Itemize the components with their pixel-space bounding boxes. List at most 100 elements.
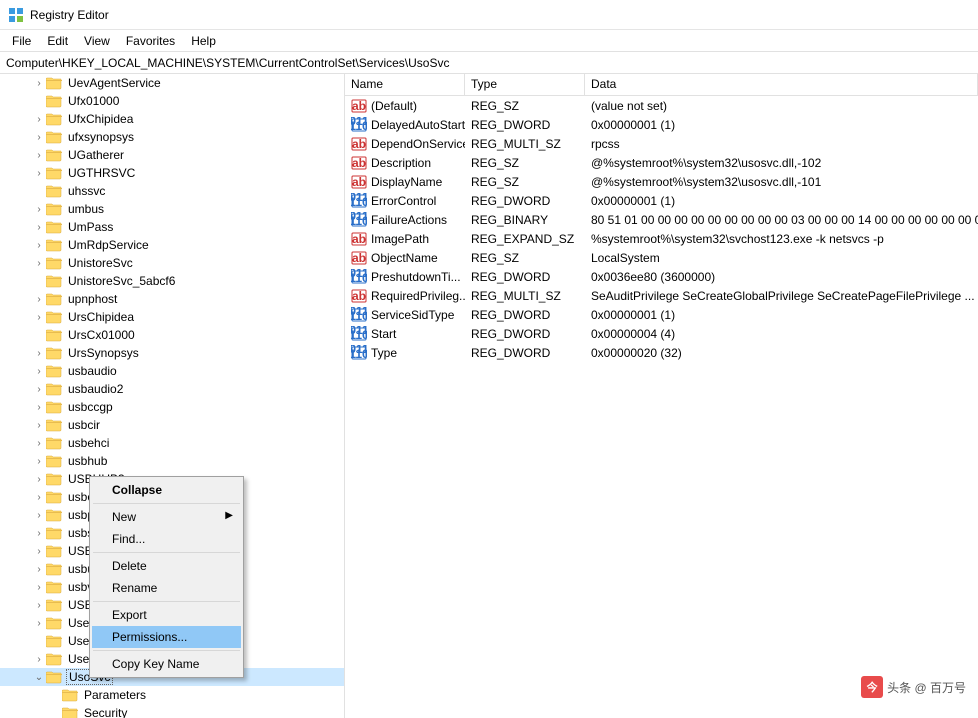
- tree-item[interactable]: ›usbehci: [0, 434, 344, 452]
- tree-item[interactable]: ›usbaudio2: [0, 380, 344, 398]
- list-row[interactable]: abDisplayNameREG_SZ@%systemroot%\system3…: [345, 172, 978, 191]
- tree-item-label: Ufx01000: [66, 94, 121, 108]
- chevron-right-icon[interactable]: ›: [32, 348, 46, 359]
- menu-view[interactable]: View: [76, 32, 118, 50]
- chevron-down-icon[interactable]: ⌄: [32, 672, 46, 683]
- chevron-right-icon[interactable]: ›: [32, 654, 46, 665]
- chevron-right-icon[interactable]: ›: [32, 384, 46, 395]
- context-menu-item[interactable]: Copy Key Name: [92, 653, 241, 675]
- list-row[interactable]: abRequiredPrivileg...REG_MULTI_SZSeAudit…: [345, 286, 978, 305]
- binary-value-icon: 011110: [351, 117, 367, 133]
- chevron-right-icon[interactable]: ›: [32, 294, 46, 305]
- chevron-right-icon[interactable]: ›: [32, 366, 46, 377]
- value-name-cell: abDependOnService: [345, 136, 465, 152]
- context-menu-item[interactable]: Collapse: [92, 479, 241, 501]
- list-row[interactable]: 011110ServiceSidTypeREG_DWORD0x00000001 …: [345, 305, 978, 324]
- list-row[interactable]: 011110FailureActionsREG_BINARY80 51 01 0…: [345, 210, 978, 229]
- tree-item[interactable]: UnistoreSvc_5abcf6: [0, 272, 344, 290]
- tree-item[interactable]: UrsCx01000: [0, 326, 344, 344]
- tree-item[interactable]: uhssvc: [0, 182, 344, 200]
- chevron-right-icon[interactable]: ›: [32, 618, 46, 629]
- chevron-right-icon[interactable]: ›: [32, 492, 46, 503]
- menu-edit[interactable]: Edit: [39, 32, 76, 50]
- value-name-cell: 011110PreshutdownTi...: [345, 269, 465, 285]
- tree-item[interactable]: ›UmRdpService: [0, 236, 344, 254]
- list-row[interactable]: 011110TypeREG_DWORD0x00000020 (32): [345, 343, 978, 362]
- list-row[interactable]: abImagePathREG_EXPAND_SZ%systemroot%\sys…: [345, 229, 978, 248]
- tree-item[interactable]: ›UfxChipidea: [0, 110, 344, 128]
- chevron-right-icon[interactable]: ›: [32, 150, 46, 161]
- chevron-right-icon[interactable]: ›: [32, 312, 46, 323]
- value-type-cell: REG_SZ: [465, 156, 585, 170]
- chevron-right-icon[interactable]: ›: [32, 168, 46, 179]
- column-data[interactable]: Data: [585, 74, 978, 95]
- context-menu-item[interactable]: Rename: [92, 577, 241, 599]
- menu-favorites[interactable]: Favorites: [118, 32, 183, 50]
- tree-item-label: UrsChipidea: [66, 310, 136, 324]
- chevron-right-icon[interactable]: ›: [32, 132, 46, 143]
- tree-item[interactable]: ›ufxsynopsys: [0, 128, 344, 146]
- binary-value-icon: 011110: [351, 326, 367, 342]
- tree-item[interactable]: ›usbaudio: [0, 362, 344, 380]
- tree-item-label: uhssvc: [66, 184, 107, 198]
- chevron-right-icon[interactable]: ›: [32, 222, 46, 233]
- chevron-right-icon[interactable]: ›: [32, 600, 46, 611]
- list-row[interactable]: abObjectNameREG_SZLocalSystem: [345, 248, 978, 267]
- chevron-right-icon[interactable]: ›: [32, 402, 46, 413]
- tree-item[interactable]: ›usbhub: [0, 452, 344, 470]
- chevron-right-icon[interactable]: ›: [32, 240, 46, 251]
- context-menu-item[interactable]: Delete: [92, 555, 241, 577]
- chevron-right-icon[interactable]: ›: [32, 582, 46, 593]
- chevron-right-icon[interactable]: ›: [32, 564, 46, 575]
- tree-item[interactable]: › UrsChipidea: [0, 308, 344, 326]
- value-type-cell: REG_DWORD: [465, 118, 585, 132]
- context-menu-item[interactable]: Find...: [92, 528, 241, 550]
- menu-file[interactable]: File: [4, 32, 39, 50]
- tree-item[interactable]: ›UmPass: [0, 218, 344, 236]
- chevron-right-icon[interactable]: ›: [32, 474, 46, 485]
- chevron-right-icon[interactable]: ›: [32, 546, 46, 557]
- menu-help[interactable]: Help: [183, 32, 224, 50]
- tree-item[interactable]: ›UGatherer: [0, 146, 344, 164]
- tree-item-label: UnistoreSvc_5abcf6: [66, 274, 177, 288]
- tree-item[interactable]: Security: [0, 704, 344, 718]
- value-type-cell: REG_SZ: [465, 251, 585, 265]
- list-row[interactable]: 011110StartREG_DWORD0x00000004 (4): [345, 324, 978, 343]
- column-name[interactable]: Name: [345, 74, 465, 95]
- tree-item[interactable]: Ufx01000: [0, 92, 344, 110]
- tree-item[interactable]: Parameters: [0, 686, 344, 704]
- list-pane[interactable]: Name Type Data ab(Default)REG_SZ(value n…: [345, 74, 978, 718]
- tree-item[interactable]: ›upnphost: [0, 290, 344, 308]
- context-menu-item[interactable]: Export: [92, 604, 241, 626]
- value-type-cell: REG_DWORD: [465, 327, 585, 341]
- tree-item-label: umbus: [66, 202, 106, 216]
- tree-item[interactable]: ›UnistoreSvc: [0, 254, 344, 272]
- tree-item[interactable]: ›UevAgentService: [0, 74, 344, 92]
- chevron-right-icon[interactable]: ›: [32, 438, 46, 449]
- chevron-right-icon[interactable]: ›: [32, 78, 46, 89]
- address-bar[interactable]: Computer\HKEY_LOCAL_MACHINE\SYSTEM\Curre…: [0, 52, 978, 74]
- context-menu-item[interactable]: Permissions...: [92, 626, 241, 648]
- chevron-right-icon[interactable]: ›: [32, 528, 46, 539]
- list-row[interactable]: abDescriptionREG_SZ@%systemroot%\system3…: [345, 153, 978, 172]
- list-row[interactable]: 011110PreshutdownTi...REG_DWORD0x0036ee8…: [345, 267, 978, 286]
- chevron-right-icon[interactable]: ›: [32, 258, 46, 269]
- chevron-right-icon[interactable]: ›: [32, 510, 46, 521]
- context-menu-item[interactable]: New▶: [92, 506, 241, 528]
- chevron-right-icon[interactable]: ›: [32, 204, 46, 215]
- chevron-right-icon[interactable]: ›: [32, 420, 46, 431]
- list-row[interactable]: 011110DelayedAutoStartREG_DWORD0x0000000…: [345, 115, 978, 134]
- list-row[interactable]: 011110ErrorControlREG_DWORD0x00000001 (1…: [345, 191, 978, 210]
- list-row[interactable]: ab(Default)REG_SZ(value not set): [345, 96, 978, 115]
- list-row[interactable]: abDependOnServiceREG_MULTI_SZrpcss: [345, 134, 978, 153]
- tree-item[interactable]: › umbus: [0, 200, 344, 218]
- tree-item[interactable]: › usbcir: [0, 416, 344, 434]
- chevron-right-icon[interactable]: ›: [32, 114, 46, 125]
- chevron-right-icon[interactable]: ›: [32, 456, 46, 467]
- tree-item[interactable]: ›usbccgp: [0, 398, 344, 416]
- tree-item-label: usbcir: [66, 418, 102, 432]
- column-type[interactable]: Type: [465, 74, 585, 95]
- tree-item[interactable]: ›UrsSynopsys: [0, 344, 344, 362]
- context-menu[interactable]: Collapse New▶Find... DeleteRename ExportPer…: [89, 476, 244, 678]
- tree-item[interactable]: ›UGTHRSVC: [0, 164, 344, 182]
